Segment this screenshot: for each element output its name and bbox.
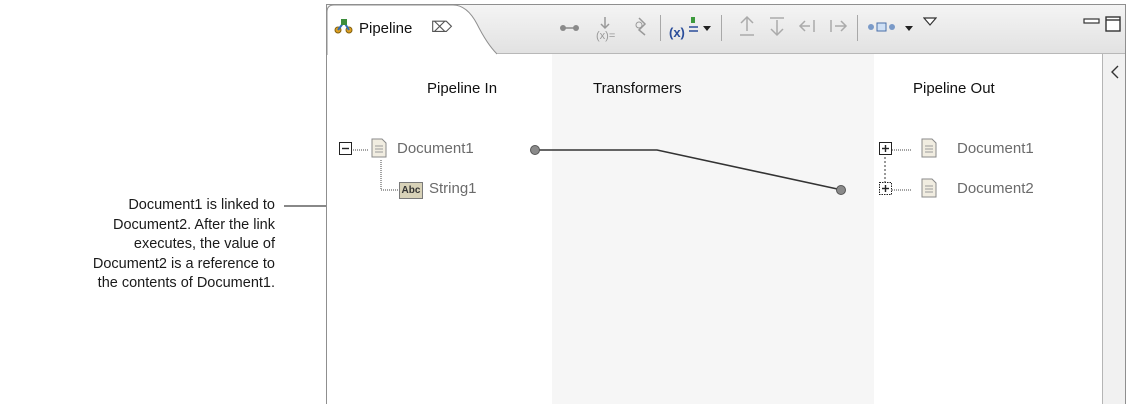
tree-and-link-lines bbox=[349, 149, 912, 191]
callout-line: Document2. After the link bbox=[113, 216, 275, 233]
view-menu-icon[interactable] bbox=[923, 15, 937, 31]
callout-line: the contents of Document1. bbox=[97, 275, 275, 291]
pipeline-panel: Pipeline ⌦ (x)= (x) Pipeline In Transfor… bbox=[326, 4, 1126, 404]
callout-text: Document1 is linked to Document2. After … bbox=[0, 196, 275, 294]
link-endpoint[interactable] bbox=[529, 144, 541, 156]
pipeline-out-document2[interactable]: Document2 bbox=[957, 180, 1034, 197]
tab-label: Pipeline bbox=[359, 20, 413, 37]
dropdown-arrow-icon[interactable] bbox=[903, 15, 915, 37]
shift-down-icon[interactable] bbox=[767, 15, 787, 39]
toolbar-separator bbox=[857, 15, 858, 41]
callout-line: Document2 is a reference to bbox=[92, 255, 275, 272]
shift-left-icon[interactable] bbox=[797, 15, 819, 37]
link-endpoint[interactable] bbox=[835, 184, 847, 196]
document-icon bbox=[371, 138, 387, 158]
layout-icon[interactable] bbox=[867, 15, 897, 37]
link-icon[interactable] bbox=[559, 15, 581, 37]
pipeline-out-document1[interactable]: Document1 bbox=[957, 140, 1034, 157]
expand-icon[interactable] bbox=[879, 182, 893, 196]
shift-up-icon[interactable] bbox=[737, 15, 757, 39]
callout-line: executes, the value of bbox=[133, 236, 275, 252]
map-transformer-icon[interactable]: (x)= bbox=[593, 15, 617, 43]
expand-icon[interactable] bbox=[879, 142, 893, 156]
callout-line: Document1 is linked to bbox=[128, 197, 275, 213]
svg-text:(x): (x) bbox=[669, 25, 685, 40]
toolbar-separator bbox=[660, 15, 661, 41]
toolbar-separator bbox=[721, 15, 722, 41]
shift-right-icon[interactable] bbox=[827, 15, 849, 37]
pipeline-icon bbox=[333, 16, 355, 43]
close-icon[interactable]: ⌦ bbox=[431, 18, 452, 36]
document-icon bbox=[921, 138, 937, 158]
dropdown-arrow-icon[interactable] bbox=[701, 15, 713, 37]
minimize-icon[interactable] bbox=[1083, 15, 1101, 29]
branch-icon[interactable] bbox=[631, 15, 651, 37]
pipeline-in-string1[interactable]: String1 bbox=[429, 180, 477, 197]
tab-bar: Pipeline ⌦ (x)= (x) bbox=[327, 4, 1125, 55]
pipeline-canvas: Pipeline In Transformers Pipeline Out Do… bbox=[327, 54, 1125, 404]
document-icon bbox=[921, 178, 937, 198]
collapse-icon[interactable] bbox=[339, 142, 353, 156]
variable-value-icon[interactable]: (x) bbox=[669, 15, 699, 41]
string-type-icon: Abc bbox=[399, 182, 423, 199]
tab-pipeline[interactable]: Pipeline ⌦ bbox=[327, 4, 497, 55]
pipeline-in-document1[interactable]: Document1 bbox=[397, 140, 474, 157]
svg-text:(x)=: (x)= bbox=[596, 30, 615, 42]
maximize-icon[interactable] bbox=[1105, 15, 1123, 33]
